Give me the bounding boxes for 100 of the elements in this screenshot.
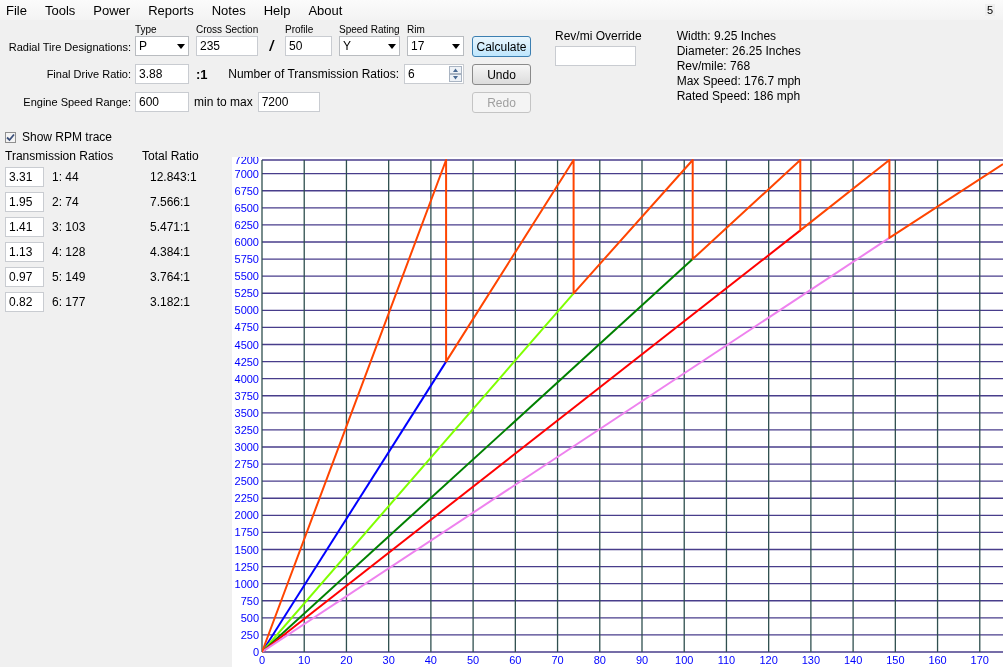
axis-tick-label: 6500	[234, 201, 259, 214]
total-ratio-text: 3.764:1	[150, 269, 191, 284]
axis-tick-label: 160	[928, 654, 947, 666]
field-label: min to max	[194, 95, 253, 109]
menu-item[interactable]: Notes	[205, 2, 252, 18]
axis-tick-label: 5500	[234, 270, 259, 283]
ratio-field[interactable]: 1.13	[5, 241, 44, 262]
action-button[interactable]: Calculate	[472, 36, 531, 57]
checkbox-label: Show RPM trace	[22, 130, 113, 144]
caret-icon	[452, 43, 460, 49]
total-ratio-text: 4.384:1	[150, 244, 191, 259]
total-ratio-text: 7.566:1	[150, 194, 191, 209]
ratio-suffix: :1	[196, 66, 209, 82]
total-ratio-text: 12.843:1	[150, 169, 197, 184]
spinner-field[interactable]: 6	[404, 64, 464, 84]
menu-item[interactable]: Reports	[142, 2, 200, 18]
axis-tick-label: 4750	[234, 321, 259, 334]
axis-tick-label: 1500	[234, 543, 259, 556]
axis-tick-label: 150	[886, 654, 905, 666]
field-label: Cross Section	[196, 25, 258, 35]
text-field[interactable]: 50	[285, 36, 332, 56]
text-field[interactable]	[555, 46, 636, 66]
axis-tick-label: 2250	[234, 492, 259, 505]
axis-tick-label: 140	[843, 654, 863, 666]
axis-tick-label: 1250	[234, 560, 259, 573]
menu-item[interactable]: About	[302, 2, 349, 18]
axis-tick-label: 500	[240, 611, 259, 624]
field-label: Rev/mi Override	[555, 29, 642, 43]
axis-tick-label: 120	[759, 654, 778, 666]
axis-tick-label: 2500	[234, 475, 259, 488]
ratio-field[interactable]: 0.97	[5, 266, 44, 287]
axis-tick-label: 0	[252, 646, 259, 658]
gear-speed-text: 3: 103	[52, 219, 87, 234]
axis-tick-label: 5000	[234, 304, 259, 317]
gear-speed-text: 2: 74	[52, 194, 80, 209]
menu-item[interactable]: Power	[87, 2, 137, 18]
gear-speed-text: 4: 128	[52, 244, 87, 259]
menu-item[interactable]: Help	[257, 2, 297, 18]
info-text: Rated Speed: 186 mph	[676, 89, 801, 104]
axis-tick-label: 30	[382, 654, 395, 666]
text-field[interactable]: 600	[135, 92, 189, 112]
axis-tick-label: 4250	[234, 355, 259, 368]
gear-speed-text: 6: 177	[52, 294, 87, 309]
axis-tick-label: 5250	[234, 287, 259, 300]
text-field[interactable]: 235	[196, 36, 258, 56]
axis-tick-label: 3750	[234, 389, 259, 402]
axis-tick-label: 1000	[234, 577, 259, 590]
field-label: Rim	[407, 25, 426, 35]
axis-tick-label: 70	[551, 654, 564, 666]
menu-item[interactable]: File	[0, 2, 33, 18]
axis-tick-label: 10	[298, 654, 311, 666]
field-label: Profile	[285, 25, 315, 35]
checkbox[interactable]	[5, 131, 16, 143]
axis-tick-label: 4500	[234, 338, 259, 351]
column-header: Total Ratio	[142, 149, 199, 164]
axis-tick-label: 2000	[234, 509, 259, 522]
info-text: Rev/mile: 768	[676, 59, 752, 74]
text-field[interactable]: 7200	[257, 92, 320, 112]
axis-tick-label: 250	[240, 628, 259, 641]
field-label: Final Drive Ratio:	[45, 68, 131, 80]
axis-tick-label: 100	[675, 654, 694, 666]
axis-tick-label: 40	[424, 654, 437, 666]
axis-tick-label: 60	[509, 654, 522, 666]
ratio-field[interactable]: 1.41	[5, 216, 44, 237]
axis-tick-label: 4000	[234, 372, 259, 385]
axis-tick-label: 1750	[234, 526, 259, 539]
menu-item[interactable]: Tools	[38, 2, 82, 18]
axis-tick-label: 110	[717, 654, 736, 666]
gear-speed-text: 1: 44	[52, 169, 80, 184]
axis-tick-label: 90	[635, 654, 649, 666]
ratio-field[interactable]: 3.31	[5, 166, 44, 187]
dropdown-field[interactable]: 17	[407, 36, 464, 56]
axis-tick-label: 6000	[234, 236, 259, 248]
ratio-field[interactable]: 0.82	[5, 291, 44, 312]
total-ratio-text: 3.182:1	[150, 294, 191, 309]
info-text: Max Speed: 176.7 mph	[676, 74, 801, 89]
dropdown-field[interactable]: Y	[339, 36, 400, 56]
axis-tick-label: 3000	[234, 441, 259, 453]
axis-tick-label: 170	[970, 654, 989, 666]
axis-tick-label: 2750	[234, 458, 259, 471]
axis-tick-label: 3250	[234, 423, 259, 436]
axis-tick-label: 7200	[234, 157, 259, 166]
axis-tick-label: 6750	[234, 184, 259, 197]
menu-badge: 5	[984, 4, 995, 16]
text-field[interactable]: 3.88	[135, 64, 189, 84]
axis-tick-label: 80	[593, 654, 606, 666]
axis-tick-label: 3500	[234, 406, 259, 419]
total-ratio-text: 5.471:1	[150, 219, 191, 234]
field-label: Number of Transmission Ratios:	[227, 67, 399, 81]
info-text: Diameter: 26.25 Inches	[676, 44, 801, 59]
field-label: Radial Tire Designations:	[7, 41, 131, 55]
info-text: Width: 9.25 Inches	[676, 29, 778, 44]
dropdown-field[interactable]: P	[135, 36, 189, 56]
gear-speed-text: 5: 149	[52, 269, 87, 284]
action-button[interactable]: Undo	[472, 64, 531, 85]
field-label: Type	[135, 25, 158, 35]
column-header: Transmission Ratios	[5, 149, 115, 164]
ratio-field[interactable]: 1.95	[5, 191, 44, 212]
separator-text: /	[269, 38, 274, 56]
axis-tick-label: 50	[467, 654, 480, 666]
